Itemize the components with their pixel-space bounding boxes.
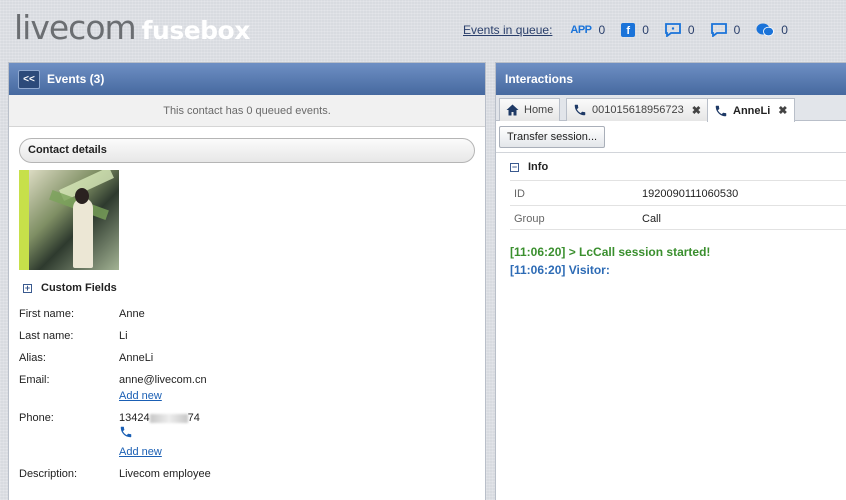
tab-home[interactable]: Home (499, 98, 561, 121)
tab-call-label: 001015618956723 (592, 104, 684, 116)
alias-label: Alias: (19, 352, 46, 364)
info-value-group: Call (642, 213, 661, 225)
app-header: livecom fusebox Events in queue: APP 0 f … (0, 0, 846, 60)
events-title: Events (3) (47, 72, 105, 86)
wechat-icon (756, 23, 775, 37)
queue-chat-count: 0 (733, 23, 741, 37)
session-log: [11:06:20] > LcCall session started! [11… (510, 243, 710, 279)
first-name-value: Anne (119, 308, 145, 320)
queue-app[interactable]: APP 0 (570, 23, 605, 37)
info-toggle[interactable]: − Info (510, 161, 548, 173)
queue-app-count: 0 (598, 23, 606, 37)
close-icon[interactable]: ✖ (778, 104, 787, 117)
info-row: Group Call (510, 205, 846, 230)
events-in-queue-link[interactable]: Events in queue: (463, 23, 552, 37)
livecom-fusebox-logo[interactable]: livecom fusebox (14, 8, 250, 48)
email-value: anne@livecom.cn (119, 374, 207, 386)
log-entry-session-started: [11:06:20] > LcCall session started! (510, 245, 711, 259)
events-queue-bar: Events in queue: APP 0 f 0 0 0 0 (463, 22, 804, 38)
interaction-tabs: Home 001015618956723 ✖ AnneLi ✖ (496, 95, 846, 122)
queue-wechat[interactable]: 0 (756, 23, 788, 37)
events-panel-header: << Events (3) (9, 63, 485, 95)
info-label: Info (528, 161, 549, 173)
call-phone-icon[interactable] (119, 425, 133, 442)
close-icon[interactable]: ✖ (692, 104, 701, 117)
sms-icon (665, 23, 681, 37)
add-email-link[interactable]: Add new (119, 390, 162, 402)
divider (496, 152, 846, 153)
alias-value: AnneLi (119, 352, 154, 364)
interactions-title: Interactions (505, 72, 574, 86)
facebook-icon: f (621, 23, 636, 37)
tab-home-label: Home (524, 104, 554, 116)
queue-sms-count: 0 (687, 23, 695, 37)
home-icon (506, 104, 519, 116)
collapse-minus-icon: − (510, 161, 519, 172)
interactions-panel-header: Interactions (496, 63, 846, 95)
tab-anneli-label: AnneLi (733, 104, 771, 117)
phone-icon (573, 103, 587, 117)
add-phone-link[interactable]: Add new (119, 446, 162, 458)
tab-call-001015618956723[interactable]: 001015618956723 ✖ (566, 98, 708, 121)
contact-photo (19, 170, 119, 270)
phone-icon (714, 104, 728, 118)
first-name-label: First name: (19, 308, 75, 320)
queue-facebook[interactable]: f 0 (621, 23, 649, 37)
info-table: ID 1920090111060530 Group Call (510, 180, 846, 230)
app-icon: APP (570, 24, 592, 36)
phone-label: Phone: (19, 412, 54, 424)
description-label: Description: (19, 468, 78, 480)
collapse-button[interactable]: << (18, 69, 40, 89)
custom-fields-label: Custom Fields (41, 282, 117, 294)
transfer-session-button[interactable]: Transfer session... (499, 126, 606, 148)
redacted-digits (149, 413, 188, 423)
tab-anneli[interactable]: AnneLi ✖ (707, 98, 795, 122)
description-value: Livecom employee (119, 468, 211, 480)
info-key-id: ID (514, 188, 525, 200)
info-value-id: 1920090111060530 (642, 188, 739, 200)
chat-icon (710, 23, 727, 37)
expand-plus-icon: + (23, 282, 32, 293)
logo-fusebox-text: fusebox (141, 16, 251, 45)
logo-livecom-text: livecom (14, 8, 137, 47)
log-entry-visitor: [11:06:20] Visitor: (510, 263, 610, 277)
info-key-group: Group (514, 213, 545, 225)
interactions-panel: Interactions Home 001015618956723 ✖ Anne… (495, 62, 846, 500)
last-name-value: Li (119, 330, 128, 342)
custom-fields-toggle[interactable]: + Custom Fields (23, 282, 117, 294)
queue-facebook-count: 0 (642, 23, 649, 37)
last-name-label: Last name: (19, 330, 74, 342)
queue-chat[interactable]: 0 (710, 23, 741, 37)
email-label: Email: (19, 374, 50, 386)
queue-wechat-count: 0 (781, 23, 788, 37)
events-panel: << Events (3) This contact has 0 queued … (8, 62, 486, 500)
queued-events-message: This contact has 0 queued events. (9, 95, 485, 127)
queue-sms[interactable]: 0 (665, 23, 695, 37)
contact-details-header[interactable]: Contact details (19, 138, 475, 163)
phone-value: 13424 74 (119, 412, 200, 424)
info-row: ID 1920090111060530 (510, 180, 846, 205)
